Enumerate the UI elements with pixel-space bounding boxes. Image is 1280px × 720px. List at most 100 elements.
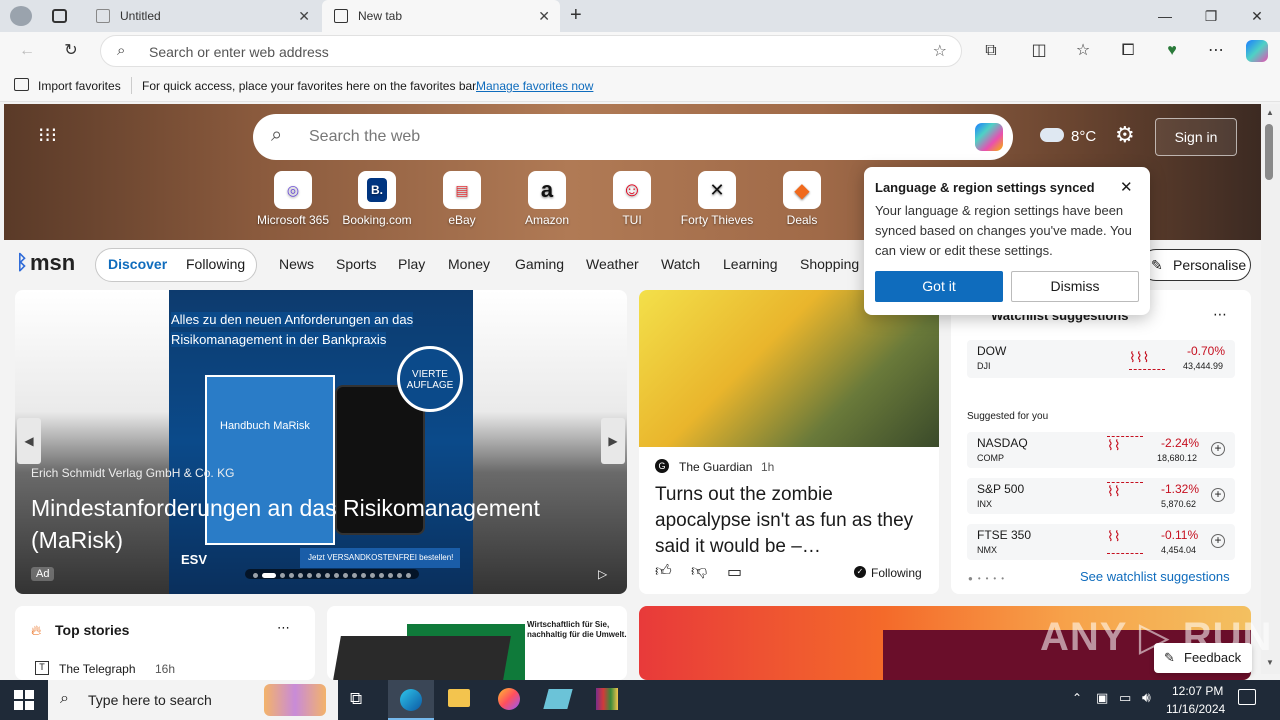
nav-sports[interactable]: Sports bbox=[336, 256, 376, 272]
network-icon[interactable]: ▭ bbox=[1119, 690, 1131, 706]
nav-money[interactable]: Money bbox=[448, 256, 490, 272]
file-explorer-icon[interactable] bbox=[448, 689, 470, 707]
close-tab-icon[interactable]: ✕ bbox=[538, 8, 550, 25]
tab-following[interactable]: Following bbox=[186, 256, 245, 272]
stock-ftse350[interactable]: FTSE 350 NMX ⌇⌇ -0.11% 4,454.04 + bbox=[967, 524, 1235, 560]
favorite-star-icon[interactable]: ☆ bbox=[933, 41, 947, 61]
stock-nasdaq[interactable]: NASDAQ COMP ⌇⌇ -2.24% 18,680.12 + bbox=[967, 432, 1235, 468]
quicklink-deals[interactable]: ◆ Deals bbox=[760, 171, 844, 227]
carousel-next-button[interactable]: ▶ bbox=[601, 418, 625, 464]
popup-close-icon[interactable]: ✕ bbox=[1120, 178, 1133, 196]
add-stock-button[interactable]: + bbox=[1211, 534, 1225, 548]
more-options-icon[interactable]: ⋯ bbox=[277, 620, 290, 636]
weather-temp[interactable]: 8°C bbox=[1071, 128, 1096, 145]
split-screen-icon[interactable]: ◫ bbox=[1028, 40, 1050, 62]
carousel-prev-button[interactable]: ◀ bbox=[17, 418, 41, 464]
apps-grid-icon[interactable]: ⁝⁝⁝ bbox=[38, 126, 58, 147]
more-icon[interactable]: ⋯ bbox=[1205, 40, 1227, 62]
stock-dow[interactable]: DOW DJI ⌇⌇⌇ -0.70% 43,444.99 bbox=[967, 340, 1235, 378]
scroll-thumb[interactable] bbox=[1265, 124, 1273, 180]
nav-play[interactable]: Play bbox=[398, 256, 425, 272]
stock-sp500[interactable]: S&P 500 INX ⌇⌇ -1.32% 5,870.62 + bbox=[967, 478, 1235, 514]
add-stock-button[interactable]: + bbox=[1211, 442, 1225, 456]
copilot-icon[interactable] bbox=[975, 123, 1003, 151]
nav-weather[interactable]: Weather bbox=[586, 256, 639, 272]
popup-body: Your language & region settings have bee… bbox=[875, 203, 1132, 258]
tab-actions-icon[interactable] bbox=[52, 9, 67, 23]
personalise-label: Personalise bbox=[1173, 257, 1247, 273]
dislike-icon[interactable]: 👎︎ bbox=[691, 562, 707, 581]
address-input[interactable]: Search or enter web address bbox=[149, 44, 329, 60]
watchlist-pager-dots[interactable]: ●•••• bbox=[968, 574, 1009, 583]
web-search-input[interactable]: Search the web bbox=[309, 128, 420, 146]
extensions-icon[interactable]: ⧉ bbox=[980, 40, 1002, 62]
web-search-box[interactable]: ⌕ Search the web bbox=[253, 114, 1013, 160]
personalise-button[interactable]: ✎ Personalise bbox=[1140, 249, 1251, 281]
firefox-icon[interactable] bbox=[498, 688, 520, 710]
dismiss-button[interactable]: Dismiss bbox=[1011, 271, 1139, 302]
tray-chevron-icon[interactable]: ⌃ bbox=[1072, 691, 1082, 705]
task-view-icon[interactable]: ⧉ bbox=[350, 689, 362, 709]
quicklink-booking[interactable]: B. Booking.com bbox=[335, 171, 419, 227]
quicklink-label: Microsoft 365 bbox=[256, 213, 330, 227]
msn-logo[interactable]: ᛒ msn bbox=[16, 250, 75, 276]
page-scrollbar[interactable]: ▲ ▼ bbox=[1261, 104, 1280, 674]
ad-card-2[interactable]: Wirtschaftlich für Sie, nachhaltig für d… bbox=[327, 606, 627, 680]
ad-choices-icon[interactable]: ▷ bbox=[598, 567, 607, 581]
quicklink-amazon[interactable]: a Amazon bbox=[505, 171, 589, 227]
close-tab-icon[interactable]: ✕ bbox=[298, 8, 310, 25]
clock-date[interactable]: 11/16/2024 bbox=[1166, 702, 1225, 716]
scroll-up-arrow[interactable]: ▲ bbox=[1266, 108, 1274, 117]
collections-icon[interactable]: ⧠ bbox=[1117, 40, 1139, 62]
settings-gear-icon[interactable]: ⚙ bbox=[1115, 122, 1135, 148]
back-icon[interactable]: ← bbox=[16, 40, 38, 62]
quicklink-ebay[interactable]: ▤ eBay bbox=[420, 171, 504, 227]
close-window-button[interactable]: ✕ bbox=[1234, 4, 1280, 28]
hide-story-icon[interactable]: ▭ bbox=[727, 562, 742, 582]
winrar-icon[interactable] bbox=[596, 688, 618, 710]
favorites-icon[interactable]: ☆ bbox=[1072, 40, 1094, 62]
like-icon[interactable]: 👍︎ bbox=[655, 562, 672, 581]
new-tab-button[interactable]: + bbox=[570, 4, 582, 27]
performance-icon[interactable]: ♥ bbox=[1161, 40, 1183, 62]
ad-carousel-card[interactable]: Alles zu den neuen Anforderungen an das … bbox=[15, 290, 627, 594]
restore-button[interactable]: ❐ bbox=[1188, 4, 1234, 28]
volume-icon[interactable]: 🔊︎ bbox=[1142, 689, 1151, 706]
tab-discover[interactable]: Discover bbox=[108, 256, 167, 272]
clock-time[interactable]: 12:07 PM bbox=[1172, 684, 1223, 698]
tray-device-icon[interactable]: ▣ bbox=[1096, 690, 1108, 706]
taskbar-search-input[interactable]: Type here to search bbox=[88, 692, 212, 708]
weather-cloud-icon[interactable] bbox=[1040, 128, 1064, 142]
address-bar[interactable]: ⌕ Search or enter web address ☆ bbox=[100, 35, 962, 67]
nav-shopping[interactable]: Shopping bbox=[800, 256, 859, 272]
tab-new-tab[interactable]: New tab ✕ bbox=[322, 0, 560, 32]
sign-in-button[interactable]: Sign in bbox=[1155, 118, 1237, 156]
nav-watch[interactable]: Watch bbox=[661, 256, 700, 272]
see-watchlist-link[interactable]: See watchlist suggestions bbox=[1080, 569, 1230, 584]
nav-news[interactable]: News bbox=[279, 256, 314, 272]
more-options-icon[interactable]: ⋯ bbox=[1213, 306, 1227, 323]
import-favorites-button[interactable]: Import favorites bbox=[38, 79, 121, 93]
profile-icon[interactable] bbox=[10, 6, 32, 26]
ad-headline[interactable]: Mindestanforderungen an das Risikomanage… bbox=[31, 492, 601, 556]
manage-favorites-link[interactable]: Manage favorites now bbox=[476, 79, 593, 93]
carousel-dots[interactable] bbox=[245, 569, 419, 579]
quicklink-microsoft-365[interactable]: ◎ Microsoft 365 bbox=[251, 171, 335, 227]
nav-gaming[interactable]: Gaming bbox=[515, 256, 564, 272]
tab-untitled[interactable]: Untitled ✕ bbox=[84, 0, 320, 32]
article-title[interactable]: Turns out the zombie apocalypse isn't as… bbox=[655, 482, 925, 560]
taskbar-search[interactable]: ⌕ Type here to search bbox=[48, 680, 338, 720]
following-label[interactable]: Following bbox=[871, 566, 922, 580]
notifications-icon[interactable] bbox=[1238, 689, 1256, 705]
refresh-icon[interactable]: ↻ bbox=[60, 40, 82, 62]
got-it-button[interactable]: Got it bbox=[875, 271, 1003, 302]
nav-learning[interactable]: Learning bbox=[723, 256, 778, 272]
windows-start-icon[interactable] bbox=[14, 690, 34, 710]
edge-taskbar-icon[interactable] bbox=[388, 680, 434, 720]
article-card[interactable]: G The Guardian 1h Turns out the zombie a… bbox=[639, 290, 939, 594]
copilot-icon[interactable] bbox=[1246, 40, 1268, 62]
minimize-button[interactable]: — bbox=[1142, 4, 1188, 28]
add-stock-button[interactable]: + bbox=[1211, 488, 1225, 502]
quicklink-tui[interactable]: ☺ TUI bbox=[590, 171, 674, 227]
quicklink-forty-thieves[interactable]: ✕ Forty Thieves bbox=[675, 171, 759, 227]
